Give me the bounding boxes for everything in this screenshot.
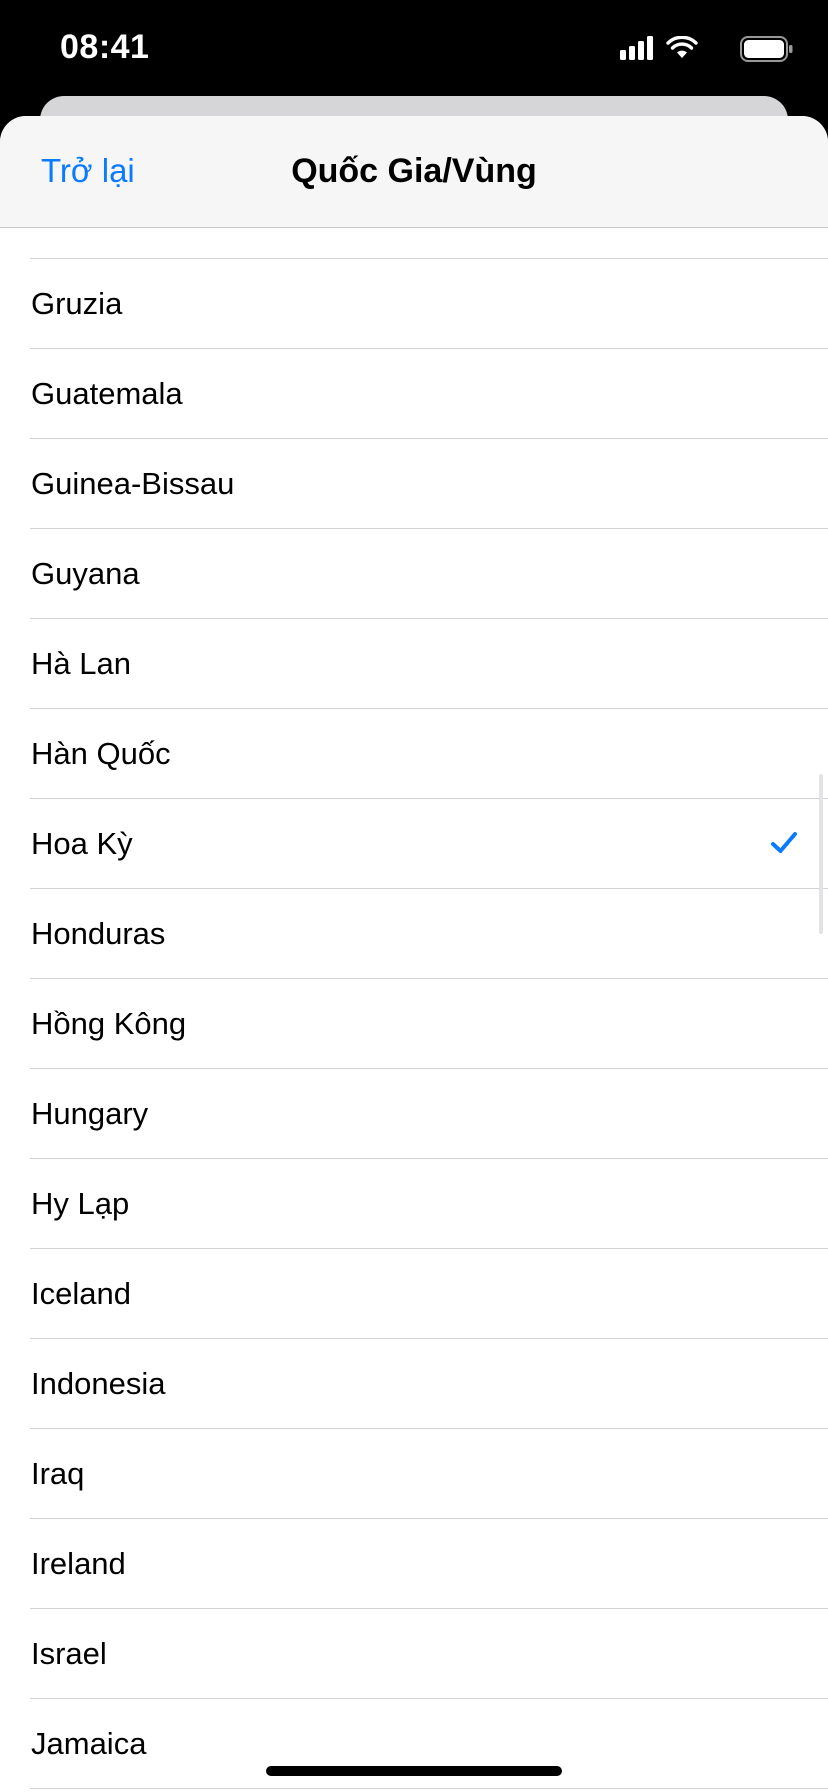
battery-icon xyxy=(740,36,793,62)
country-label: Guinea-Bissau xyxy=(31,466,235,501)
country-label: Iceland xyxy=(31,1276,131,1311)
list-item[interactable]: Hy Lạp xyxy=(30,1159,828,1249)
scrollbar[interactable] xyxy=(819,774,823,934)
country-label: Hoa Kỳ xyxy=(31,826,133,861)
wifi-icon xyxy=(666,36,698,58)
list-item[interactable]: Hungary xyxy=(30,1069,828,1159)
status-time: 08:41 xyxy=(60,28,150,66)
list-item[interactable]: Guinea-Bissau xyxy=(30,439,828,529)
country-label: Iraq xyxy=(31,1456,85,1491)
country-label: Guatemala xyxy=(31,376,183,411)
country-label: Hà Lan xyxy=(31,646,131,681)
list-item[interactable]: Ireland xyxy=(30,1519,828,1609)
list-item[interactable]: Hồng Kông xyxy=(30,979,828,1069)
list-item[interactable]: Iceland xyxy=(30,1249,828,1339)
list-item[interactable]: Israel xyxy=(30,1609,828,1699)
list-item[interactable]: Indonesia xyxy=(30,1339,828,1429)
country-label: Honduras xyxy=(31,916,166,951)
country-label: Israel xyxy=(31,1636,107,1671)
country-label: Jamaica xyxy=(31,1726,147,1761)
country-label: Hồng Kông xyxy=(31,1006,187,1041)
list-item[interactable]: Guyana xyxy=(30,529,828,619)
country-label: Guyana xyxy=(31,556,140,591)
list-item[interactable]: Guatemala xyxy=(30,349,828,439)
cellular-signal-icon xyxy=(620,36,653,60)
list-item[interactable]: Iraq xyxy=(30,1429,828,1519)
home-indicator[interactable] xyxy=(266,1766,562,1776)
list-item[interactable]: Honduras xyxy=(30,889,828,979)
checkmark-icon xyxy=(771,832,797,853)
country-region-sheet: Trở lại Quốc Gia/Vùng Gruzia Guatemala Gui… xyxy=(0,116,828,1792)
country-label: Hy Lạp xyxy=(31,1186,130,1221)
country-list: Gruzia Guatemala Guinea-Bissau Guyana Hà Lan… xyxy=(0,229,828,1789)
list-item[interactable]: Gruzia xyxy=(30,259,828,349)
status-bar: 08:41 xyxy=(0,0,828,100)
country-label: Ireland xyxy=(31,1546,126,1581)
country-label: Gruzia xyxy=(31,286,123,321)
list-item-partial[interactable] xyxy=(30,229,828,259)
list-item[interactable]: Hà Lan xyxy=(30,619,828,709)
country-label: Indonesia xyxy=(31,1366,166,1401)
list-item[interactable]: Hàn Quốc xyxy=(30,709,828,799)
navigation-bar: Trở lại Quốc Gia/Vùng xyxy=(0,116,828,228)
country-label: Hungary xyxy=(31,1096,149,1131)
country-label: Hàn Quốc xyxy=(31,736,171,771)
list-item[interactable]: Hoa Kỳ xyxy=(30,799,828,889)
screen: 08:41 Trở lại Quốc Gia/Vùng Gruzia Guate… xyxy=(0,0,828,1792)
page-title: Quốc Gia/Vùng xyxy=(291,152,537,190)
